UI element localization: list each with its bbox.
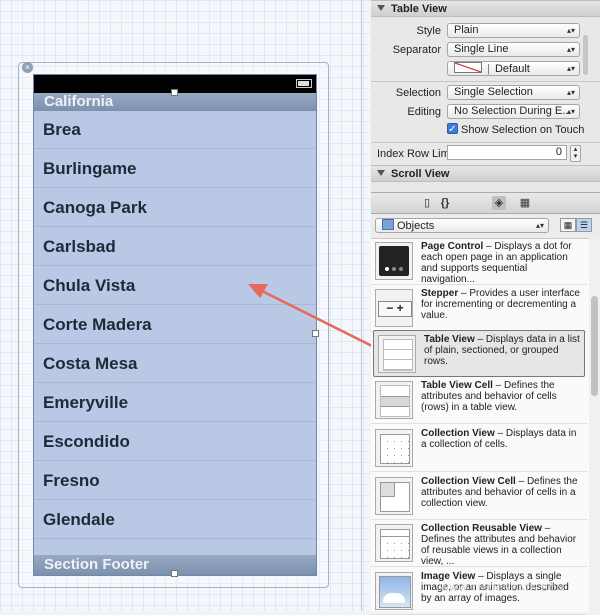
- library-item-name: Table View Cell: [421, 380, 493, 391]
- disclosure-triangle-icon[interactable]: [377, 170, 385, 176]
- grid-view-icon[interactable]: ▦: [560, 218, 576, 232]
- library-item-name: Table View: [424, 334, 475, 345]
- color-swatch-icon: [454, 62, 482, 73]
- selection-popup[interactable]: Single Selection ▴▾: [447, 85, 580, 100]
- divider: [371, 142, 600, 143]
- disclosure-triangle-icon[interactable]: [377, 5, 385, 11]
- code-snippet-icon[interactable]: {}: [438, 196, 452, 210]
- library-category-value: Objects: [397, 220, 435, 232]
- library-item-table-view[interactable]: Table View – Displays data in a list of …: [373, 330, 585, 377]
- inspector-scrollbar[interactable]: [583, 35, 588, 75]
- selection-value: Single Selection: [454, 86, 533, 98]
- library-item-name: Stepper: [421, 288, 459, 299]
- index-row-limit-field[interactable]: 0: [447, 145, 567, 160]
- collection-view-cell-icon: [375, 477, 413, 515]
- object-library: ▯ {} ◈ ▦ Objects ▴▾ ▦ ☰ Page Control – Di…: [371, 192, 600, 615]
- index-row-limit-stepper[interactable]: ▴ ▾: [570, 145, 581, 162]
- library-item-name: Collection Reusable View: [421, 523, 542, 534]
- file-template-icon[interactable]: ▯: [420, 196, 434, 210]
- library-item-name: Collection View: [421, 428, 495, 439]
- library-item-text: Collection Reusable View – Defines the a…: [421, 523, 581, 567]
- library-item-text: Collection View Cell – Defines the attri…: [421, 476, 581, 509]
- library-item-page-control[interactable]: Page Control – Displays a dot for each o…: [371, 238, 587, 285]
- popup-arrows-icon: ▴▾: [566, 45, 575, 54]
- library-item-name: Image View: [421, 571, 476, 582]
- library-category-popup[interactable]: Objects ▴▾: [375, 218, 549, 233]
- separator-value: Single Line: [454, 43, 509, 55]
- divider: [371, 81, 600, 82]
- library-scroll-thumb[interactable]: [591, 296, 598, 396]
- popup-arrows-icon: ▴▾: [535, 221, 544, 230]
- index-row-limit-label: Index Row Limit: [377, 148, 456, 160]
- style-popup[interactable]: Plain ▴▾: [447, 23, 580, 38]
- editing-label: Editing: [407, 106, 441, 118]
- library-item-stepper[interactable]: − + Stepper – Provides a user interface f…: [371, 285, 587, 332]
- attributes-inspector: Table View Style Plain ▴▾ Separator Singl…: [371, 0, 600, 192]
- swatch-divider: |: [487, 63, 490, 75]
- separator-color-popup[interactable]: | Default ▴▾: [447, 61, 580, 76]
- section-title: Scroll View: [391, 168, 450, 180]
- table-view-cell-icon: [375, 381, 413, 419]
- library-item-name: Collection View Cell: [421, 476, 516, 487]
- section-title: Table View: [391, 3, 447, 15]
- library-scrollbar[interactable]: [589, 238, 600, 612]
- watermark: WWW.THAICREATE.COM: [440, 583, 566, 593]
- library-item-collection-view-cell[interactable]: Collection View Cell – Defines the attri…: [371, 473, 587, 520]
- library-item-collection-reusable-view[interactable]: Collection Reusable View – Defines the a…: [371, 520, 587, 567]
- media-library-icon[interactable]: ▦: [518, 196, 532, 210]
- table-view-icon: [378, 335, 416, 373]
- library-filter-bar: Objects ▴▾ ▦ ☰: [371, 214, 600, 239]
- editing-value: No Selection During E...: [454, 105, 572, 117]
- popup-arrows-icon: ▴▾: [566, 88, 575, 97]
- image-view-icon: [375, 572, 413, 610]
- separator-color-value: Default: [494, 63, 530, 75]
- list-view-icon[interactable]: ☰: [576, 218, 592, 232]
- table-view-section-header[interactable]: Table View: [371, 0, 600, 17]
- stepper-icon: − +: [375, 289, 413, 327]
- library-item-text: Table View Cell – Defines the attributes…: [421, 380, 581, 413]
- popup-arrows-icon: ▴▾: [566, 64, 575, 73]
- popup-arrows-icon: ▴▾: [566, 26, 575, 35]
- object-library-icon[interactable]: ◈: [492, 196, 506, 210]
- separator-label: Separator: [392, 44, 441, 56]
- collection-view-icon: [375, 429, 413, 467]
- objects-folder-icon: [382, 219, 394, 230]
- library-item-text: Collection View – Displays data in a col…: [421, 428, 581, 450]
- show-selection-checkbox[interactable]: ✓: [447, 123, 458, 135]
- scroll-view-section-header[interactable]: Scroll View: [371, 165, 600, 182]
- library-item-text: Stepper – Provides a user interface for …: [421, 288, 581, 321]
- style-label: Style: [416, 25, 441, 37]
- selection-label: Selection: [395, 87, 441, 99]
- popup-arrows-icon: ▴▾: [566, 107, 575, 116]
- style-value: Plain: [454, 24, 479, 36]
- library-item-text: Table View – Displays data in a list of …: [424, 334, 584, 367]
- collection-reusable-view-icon: [375, 524, 413, 562]
- library-item-name: Page Control: [421, 241, 484, 252]
- editing-popup[interactable]: No Selection During E... ▴▾: [447, 104, 580, 119]
- library-item-collection-view[interactable]: Collection View – Displays data in a col…: [371, 425, 587, 472]
- library-tab-bar: ▯ {} ◈ ▦: [371, 193, 600, 214]
- show-selection-label: Show Selection on Touch: [461, 124, 585, 136]
- page-control-icon: [375, 242, 413, 280]
- separator-popup[interactable]: Single Line ▴▾: [447, 42, 580, 57]
- library-item-text: Page Control – Displays a dot for each o…: [421, 241, 581, 285]
- library-item-table-view-cell[interactable]: Table View Cell – Defines the attributes…: [371, 377, 587, 424]
